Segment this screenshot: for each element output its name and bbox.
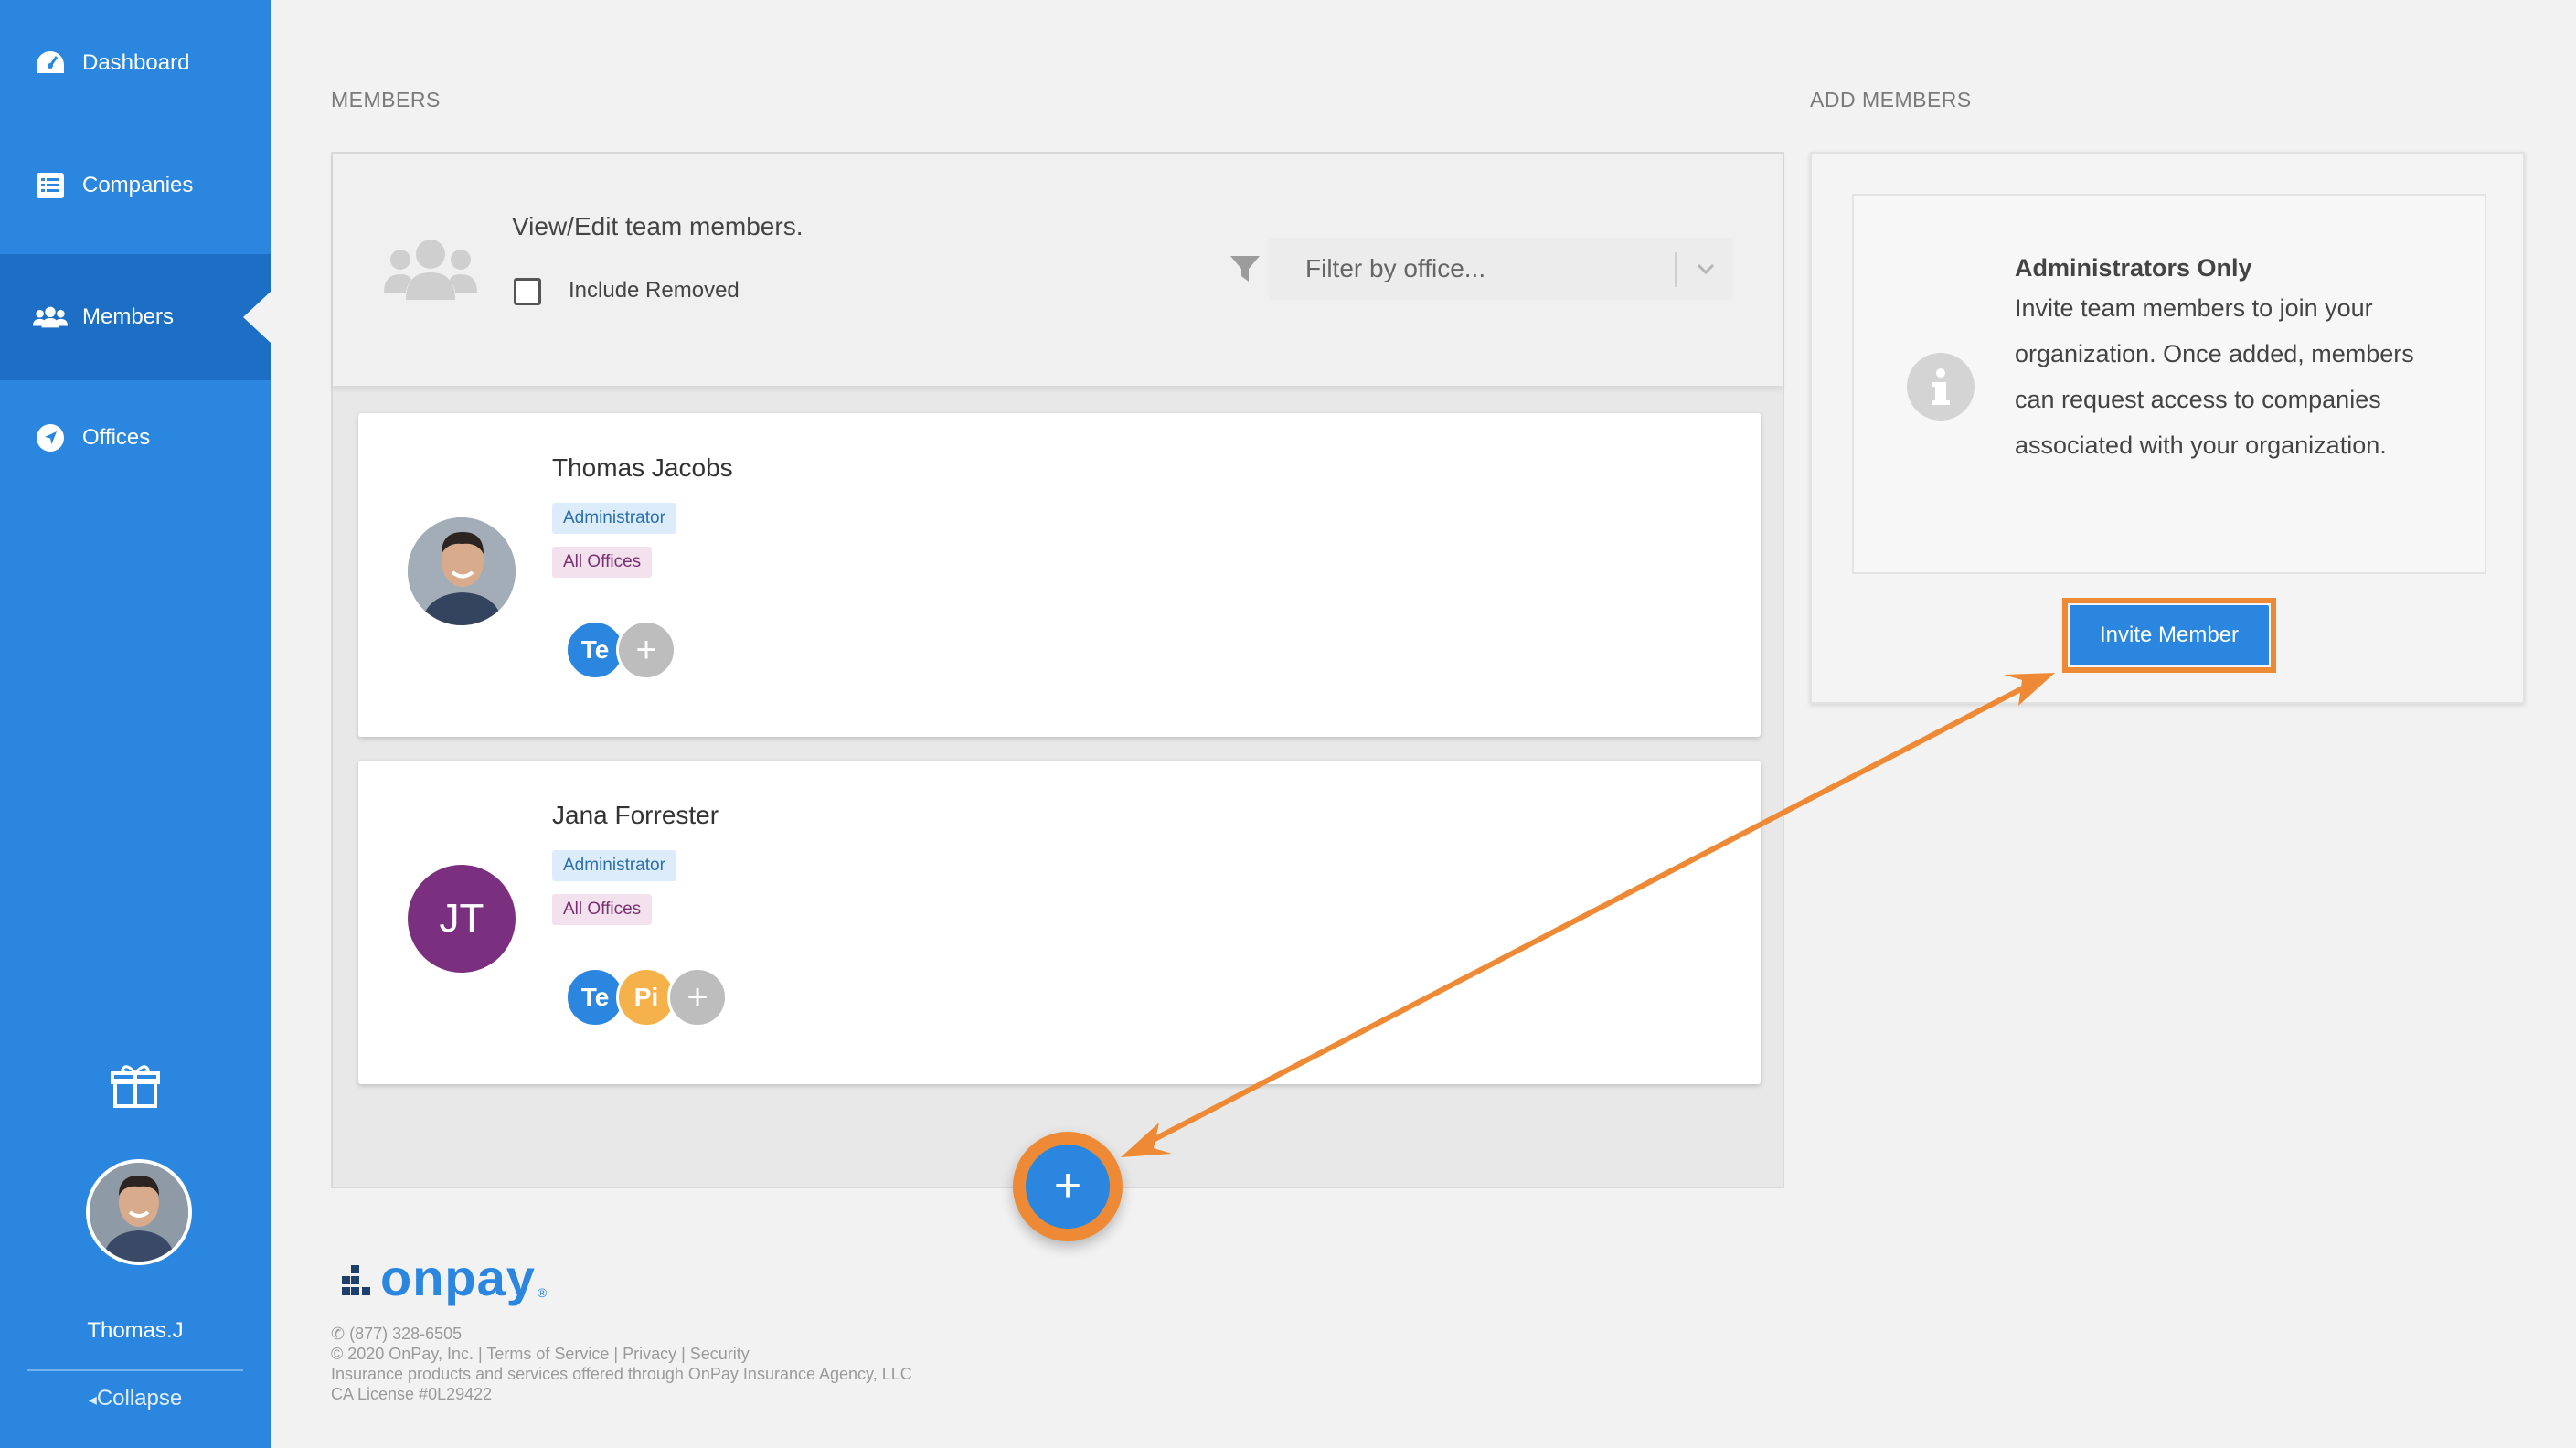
user-name[interactable]: Thomas.J — [0, 1318, 271, 1344]
caret-left-icon: ◂ — [88, 1390, 97, 1409]
chevron-down-icon[interactable] — [1693, 258, 1719, 280]
sidebar-item-label: Members — [82, 304, 175, 329]
select-separator — [1675, 252, 1677, 287]
sidebar-divider — [27, 1369, 243, 1371]
members-panel-title: View/Edit team members. — [512, 212, 804, 240]
info-box: Administrators Only Invite team members … — [1852, 194, 2486, 574]
sidebar-item-label: Offices — [82, 425, 151, 450]
office-badge: All Offices — [552, 894, 653, 925]
location-arrow-icon — [33, 421, 68, 455]
sidebar-item-members[interactable]: Members — [0, 254, 271, 380]
info-title: Administrators Only — [2015, 254, 2252, 282]
collapse-label: Collapse — [96, 1386, 183, 1411]
invite-member-button[interactable]: Invite Member — [2070, 605, 2269, 665]
add-company-button[interactable]: + — [667, 967, 728, 1027]
sidebar-item-label: Dashboard — [82, 50, 190, 75]
phone-number[interactable]: (877) 328-6505 — [349, 1325, 462, 1343]
footer-links[interactable]: © 2020 OnPay, Inc. | Terms of Service | … — [331, 1344, 750, 1364]
add-company-button[interactable]: + — [616, 620, 676, 680]
avatar — [408, 517, 516, 625]
group-icon — [384, 236, 477, 302]
role-badge: Administrator — [552, 503, 676, 534]
footer-insurance: Insurance products and services offered … — [331, 1365, 912, 1383]
member-name[interactable]: Jana Forrester — [552, 801, 719, 830]
member-name[interactable]: Thomas Jacobs — [552, 453, 733, 483]
add-members-heading: ADD MEMBERS — [1810, 88, 1972, 112]
add-members-panel: Administrators Only Invite team members … — [1810, 152, 2525, 704]
info-icon — [1907, 353, 1975, 421]
avatar: JT — [408, 865, 516, 973]
sidebar-item-dashboard[interactable]: Dashboard — [0, 0, 271, 126]
members-panel-header: View/Edit team members. Include Removed … — [333, 154, 1783, 386]
users-icon — [33, 300, 68, 335]
logo-text: onpay — [380, 1249, 536, 1306]
footer-license: CA License #0L29422 — [331, 1385, 493, 1403]
include-removed-checkbox[interactable] — [514, 278, 541, 305]
office-filter-select[interactable]: Filter by office... — [1269, 238, 1733, 300]
phone-icon: ✆ — [331, 1325, 350, 1343]
sidebar: Dashboard Companies Members Offices Thom… — [0, 0, 271, 1448]
list-icon — [33, 168, 68, 203]
avatar[interactable] — [86, 1159, 192, 1265]
gift-icon[interactable] — [110, 1060, 161, 1112]
footer-phone: ✆ (877) 328-6505 — [331, 1324, 462, 1344]
sidebar-item-offices[interactable]: Offices — [0, 375, 271, 501]
members-heading: MEMBERS — [331, 88, 441, 112]
members-panel: View/Edit team members. Include Removed … — [331, 152, 1784, 1188]
add-member-fab[interactable]: + — [1013, 1132, 1123, 1241]
logo-registered: ® — [537, 1285, 548, 1300]
sidebar-item-label: Companies — [82, 173, 194, 197]
filter-icon — [1229, 254, 1261, 283]
info-text: Invite team members to join your organiz… — [2015, 294, 2414, 459]
sidebar-item-companies[interactable]: Companies — [0, 122, 271, 249]
plus-icon: + — [1026, 1145, 1110, 1229]
office-filter-placeholder: Filter by office... — [1305, 254, 1486, 282]
onpay-logo[interactable]: onpay ® — [340, 1252, 547, 1304]
collapse-button[interactable]: ◂Collapse — [0, 1386, 271, 1411]
role-badge: Administrator — [552, 850, 676, 881]
logo-dots-icon — [340, 1263, 375, 1296]
dashboard-icon — [33, 46, 68, 80]
member-card[interactable]: Thomas Jacobs Administrator All Offices … — [358, 413, 1761, 737]
member-card[interactable]: JT Jana Forrester Administrator All Offi… — [358, 761, 1761, 1084]
include-removed-label[interactable]: Include Removed — [569, 278, 740, 303]
office-badge: All Offices — [552, 547, 653, 578]
